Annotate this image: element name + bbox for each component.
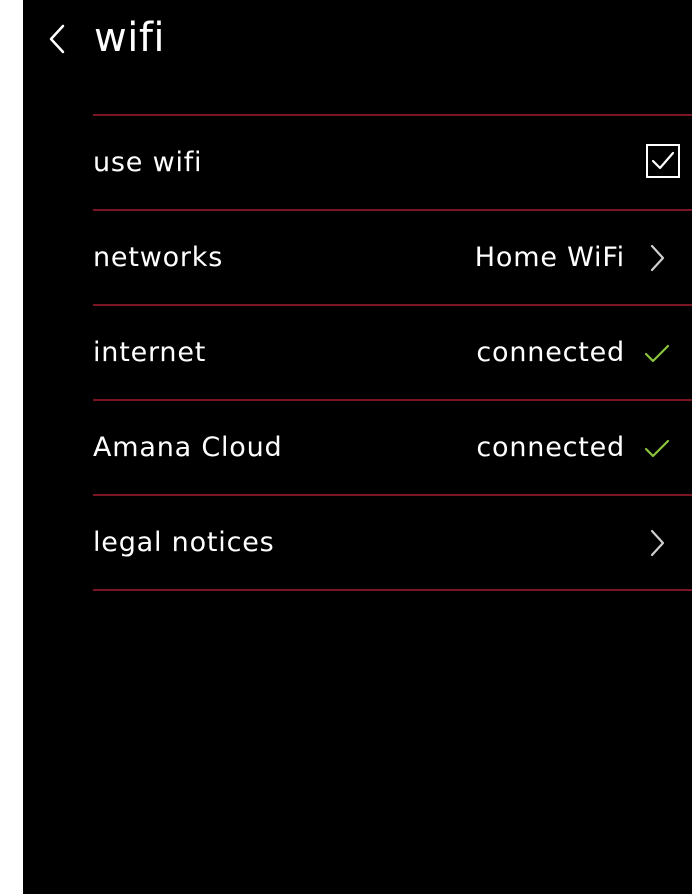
- chevron-right-icon: [642, 242, 672, 274]
- wifi-settings-screen: wifi use wifi networks Home WiFi interne…: [23, 0, 692, 894]
- legal-notices-label: legal notices: [93, 527, 275, 558]
- amana-cloud-row: Amana Cloud connected: [93, 401, 692, 494]
- internet-row: internet connected: [93, 306, 692, 399]
- page-title: wifi: [94, 15, 166, 61]
- internet-status: connected: [476, 337, 625, 368]
- chevron-left-icon: [41, 20, 75, 58]
- amana-cloud-status: connected: [476, 432, 625, 463]
- use-wifi-checkbox[interactable]: [646, 144, 680, 178]
- chevron-right-icon: [642, 527, 672, 559]
- networks-label: networks: [93, 242, 224, 273]
- networks-row[interactable]: networks Home WiFi: [93, 211, 692, 304]
- check-icon: [642, 337, 672, 369]
- use-wifi-row[interactable]: use wifi: [93, 116, 692, 209]
- divider: [93, 589, 692, 591]
- header: wifi: [23, 0, 692, 80]
- legal-notices-row[interactable]: legal notices: [93, 496, 692, 589]
- amana-cloud-label: Amana Cloud: [93, 432, 283, 463]
- check-icon: [642, 432, 672, 464]
- back-button[interactable]: [41, 20, 75, 58]
- use-wifi-label: use wifi: [93, 147, 203, 178]
- networks-value: Home WiFi: [474, 242, 625, 273]
- settings-list: use wifi networks Home WiFi internet con…: [93, 114, 692, 591]
- internet-label: internet: [93, 337, 207, 368]
